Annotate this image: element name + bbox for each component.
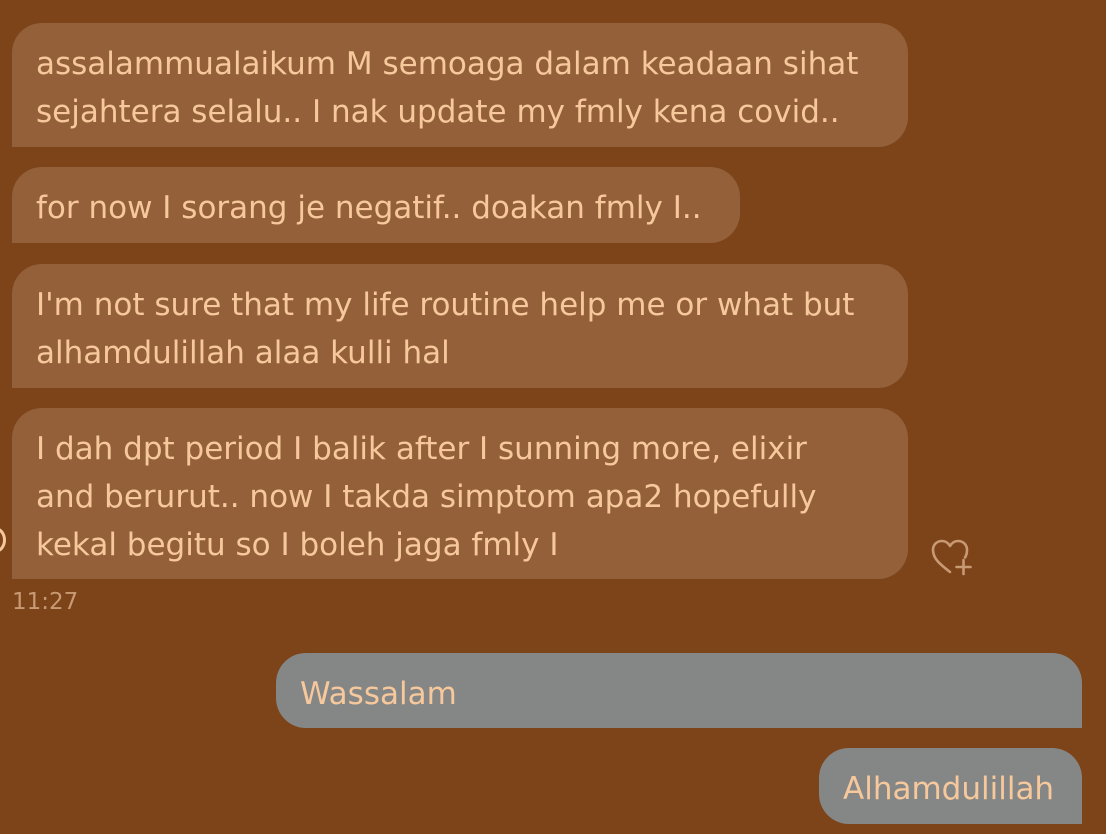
partial-avatar [0, 527, 6, 553]
received-message[interactable]: I'm not sure that my life routine help m… [12, 264, 908, 388]
sent-message[interactable]: Wassalam [276, 653, 1082, 728]
received-message[interactable]: for now I sorang je negatif.. doakan fml… [12, 167, 740, 243]
message-timestamp: 11:27 [12, 589, 79, 615]
heart-plus-icon[interactable] [928, 535, 974, 581]
received-message[interactable]: I dah dpt period I balik after I sunning… [12, 408, 908, 579]
received-message[interactable]: assalammualaikum M semoaga dalam keadaan… [12, 23, 908, 147]
sent-message[interactable]: Alhamdulillah [819, 748, 1082, 824]
